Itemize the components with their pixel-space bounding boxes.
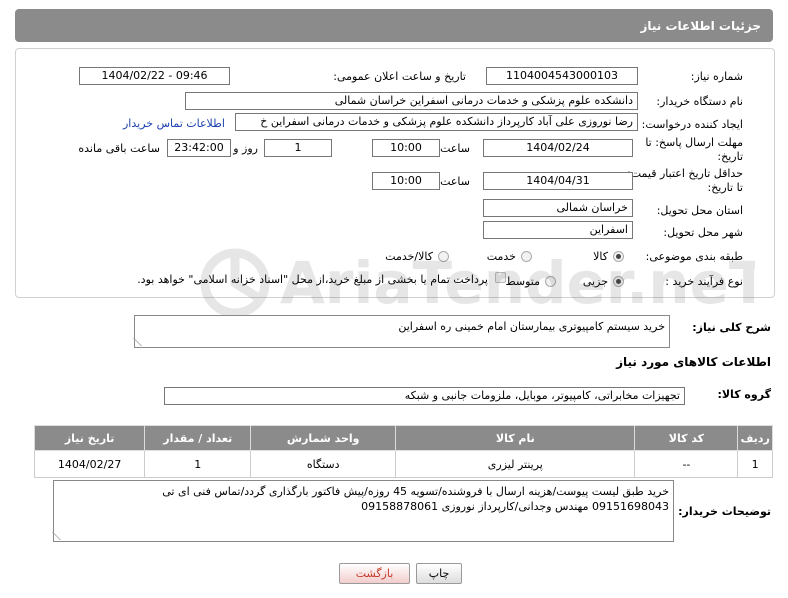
description-label: شرح کلی نیاز: xyxy=(692,321,771,334)
resize-handle[interactable] xyxy=(133,338,150,346)
buyer-org-field[interactable]: دانشکده علوم پزشکی و خدمات درمانی اسفرای… xyxy=(185,92,638,110)
goods-group-label: گروه کالا: xyxy=(717,388,771,401)
reply-deadline-label-2: تاریخ: xyxy=(717,150,743,163)
category-label: طبقه بندی موضوعی: xyxy=(645,250,743,263)
table-row[interactable]: 1 -- پرینتر لیزری دستگاه 1 1404/02/27 xyxy=(33,450,773,478)
goods-group-field[interactable]: تجهیزات مخابراتی، کامپیوتر، موبایل، ملزو… xyxy=(164,387,685,405)
buyer-contact-link[interactable]: اطلاعات تماس خریدار xyxy=(123,117,225,130)
cell-qty: 1 xyxy=(144,450,252,478)
page-title-bar: جزئیات اطلاعات نیاز xyxy=(15,9,773,42)
city-field[interactable]: اسفراین xyxy=(483,221,633,239)
process-medium-radio[interactable] xyxy=(545,276,556,287)
col-row-header: ردیف xyxy=(737,425,773,451)
buyer-notes-label: توضیحات خریدار: xyxy=(678,505,771,518)
price-validity-date-field[interactable]: 1404/04/31 xyxy=(483,172,633,190)
remaining-label: ساعت باقی مانده xyxy=(78,142,160,155)
goods-section-title: اطلاعات کالاهای مورد نیاز xyxy=(616,355,771,369)
process-minor-label: جزیی xyxy=(582,275,608,288)
back-button[interactable]: بازگشت xyxy=(339,563,410,584)
buyer-notes-textarea[interactable]: خرید طبق لیست پیوست/هزینه ارسال با فروشن… xyxy=(52,480,674,542)
category-goods-service-label: کالا/خدمت xyxy=(385,250,433,263)
page-title: جزئیات اطلاعات نیاز xyxy=(640,19,761,33)
province-field[interactable]: خراسان شمالی xyxy=(483,199,633,217)
cell-name: پرینتر لیزری xyxy=(395,450,636,478)
category-goods-service-radio[interactable] xyxy=(438,251,449,262)
reply-deadline-label: مهلت ارسال پاسخ: تا xyxy=(645,136,743,149)
need-number-label: شماره نیاز: xyxy=(690,70,743,83)
province-label: استان محل تحویل: xyxy=(656,204,743,217)
remaining-days-field[interactable]: 1 xyxy=(264,139,332,157)
print-button[interactable]: چاپ xyxy=(416,563,462,584)
creator-field[interactable]: رضا نوروزی علی آباد کارپرداز دانشکده علو… xyxy=(235,113,638,131)
description-textarea[interactable]: خرید سیستم کامپیوتری بیمارستان امام خمین… xyxy=(133,315,670,348)
description-text: خرید سیستم کامپیوتری بیمارستان امام خمین… xyxy=(398,320,665,333)
reply-time-label: ساعت xyxy=(440,142,470,155)
buyer-org-label: نام دستگاه خریدار: xyxy=(656,95,743,108)
remaining-time-field[interactable]: 23:42:00 xyxy=(167,139,231,157)
days-label: روز و xyxy=(233,142,258,155)
city-label: شهر محل تحویل: xyxy=(663,226,743,239)
cell-row: 1 xyxy=(737,450,773,478)
price-validity-time-label: ساعت xyxy=(440,175,470,188)
announce-datetime-field[interactable]: 1404/02/22 - 09:46 xyxy=(79,67,230,85)
price-validity-label-2: تا تاریخ: xyxy=(707,181,743,194)
process-minor-radio[interactable] xyxy=(613,276,624,287)
col-unit-header: واحد شمارش xyxy=(250,425,397,451)
price-validity-time-field[interactable]: 10:00 xyxy=(372,172,440,190)
creator-label: ایجاد کننده درخواست: xyxy=(641,118,743,131)
category-service-radio[interactable] xyxy=(521,251,532,262)
col-date-header: تاریخ نیاز xyxy=(33,425,146,451)
resize-handle[interactable] xyxy=(52,532,69,540)
announce-label: تاریخ و ساعت اعلان عمومی: xyxy=(333,70,466,83)
cell-code: -- xyxy=(634,450,739,478)
process-label: نوع فرآیند خرید : xyxy=(665,275,743,288)
cell-unit: دستگاه xyxy=(250,450,397,478)
process-medium-label: متوسط xyxy=(505,275,540,288)
need-number-field[interactable]: 1104004543000103 xyxy=(486,67,638,85)
category-goods-label: کالا xyxy=(593,250,608,263)
treasury-payment-note: پرداخت تمام یا بخشی از مبلغ خرید،از محل … xyxy=(137,273,488,286)
col-qty-header: تعداد / مقدار xyxy=(144,425,252,451)
price-validity-label: حداقل تاریخ اعتبار قیمت: xyxy=(627,167,743,180)
cell-date: 1404/02/27 xyxy=(33,450,146,478)
buyer-notes-line2: 09151698043 مهندس وجدانی/کارپرداز نوروزی… xyxy=(361,500,669,513)
col-name-header: نام کالا xyxy=(395,425,636,451)
buyer-notes-line1: خرید طبق لیست پیوست/هزینه ارسال با فروشن… xyxy=(162,485,669,498)
treasury-payment-checkbox[interactable] xyxy=(495,272,506,283)
category-goods-radio[interactable] xyxy=(613,251,624,262)
col-code-header: کد کالا xyxy=(634,425,739,451)
reply-time-field[interactable]: 10:00 xyxy=(372,139,440,157)
goods-table-header: ردیف کد کالا نام کالا واحد شمارش تعداد /… xyxy=(33,425,773,451)
category-service-label: خدمت xyxy=(486,250,516,263)
goods-table: ردیف کد کالا نام کالا واحد شمارش تعداد /… xyxy=(33,425,773,478)
reply-date-field[interactable]: 1404/02/24 xyxy=(483,139,633,157)
